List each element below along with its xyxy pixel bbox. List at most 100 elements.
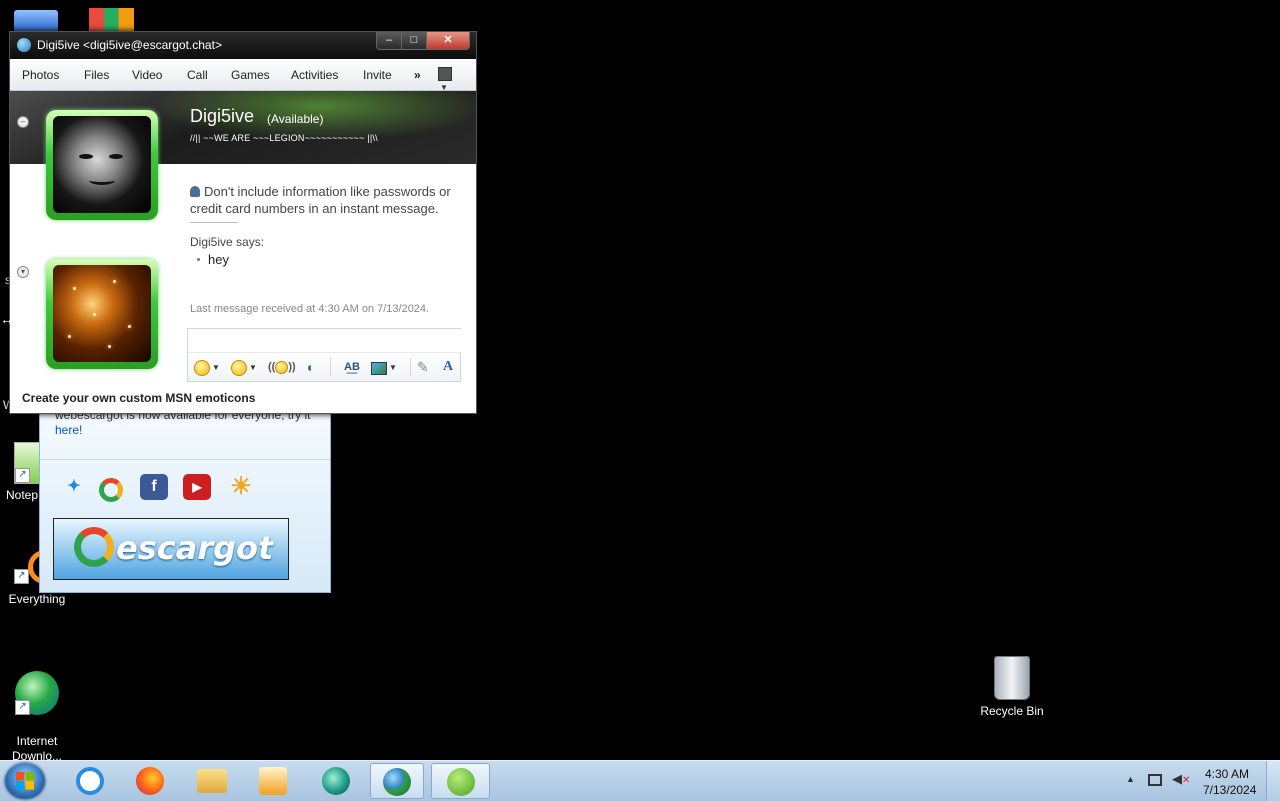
chevron-down-icon: ▼ <box>389 363 397 372</box>
spark <box>73 287 76 290</box>
menu-activities[interactable]: Activities <box>291 68 338 82</box>
spark <box>68 335 71 338</box>
self-display-picture <box>53 265 151 362</box>
divider <box>40 459 330 460</box>
facebook-icon[interactable]: f <box>140 474 168 500</box>
show-desktop-button[interactable] <box>1266 761 1280 801</box>
contact-display-picture <box>53 116 151 213</box>
font-icon: A͟B <box>344 361 360 373</box>
escargot-banner-text: escargot <box>116 529 274 567</box>
collapse-contact-icon[interactable]: – <box>17 116 29 128</box>
taskbar-media-player[interactable] <box>246 763 300 799</box>
folder-icon <box>197 769 227 793</box>
chat-message: hey <box>197 252 229 267</box>
collapse-self-icon[interactable]: ▾ <box>17 266 29 278</box>
menu-video[interactable]: Video <box>132 68 162 82</box>
mask-eye <box>109 154 123 159</box>
desktop-icon-recycle-bin[interactable]: Recycle Bin <box>975 656 1049 719</box>
escargot-logo-icon <box>74 527 114 567</box>
announcement-link[interactable]: here! <box>55 423 82 437</box>
emoticon-button[interactable]: ▼ <box>194 359 220 377</box>
internet-download-manager-icon: ↗ <box>15 671 59 715</box>
formatting-toolbar: ▼ ▼ (()) ◖ A͟B ▼ ✎ A <box>187 352 461 382</box>
show-hidden-icons-chevron-icon[interactable]: ▲ <box>1126 774 1135 784</box>
self-avatar[interactable] <box>46 259 158 369</box>
message-bullet-icon <box>197 258 200 261</box>
minimize-button[interactable]: – <box>376 32 402 50</box>
contact-avatar[interactable] <box>46 110 158 220</box>
msn-people-icon <box>383 768 411 796</box>
close-button[interactable]: ✕ <box>426 32 470 50</box>
start-button[interactable] <box>5 763 45 799</box>
layout-options-button[interactable]: ▼ <box>438 66 464 92</box>
background-icon <box>371 361 387 375</box>
security-user-icon <box>190 186 200 197</box>
desktop-icon-computer-partial[interactable] <box>14 10 58 32</box>
layout-icon <box>438 66 452 81</box>
font-button[interactable]: A͟B <box>344 359 360 375</box>
taskbar-msn-messenger[interactable] <box>370 763 424 799</box>
toolbar-divider <box>410 358 411 376</box>
shortcut-arrow-icon: ↗ <box>14 569 29 584</box>
handwriting-icon: ✎ <box>417 359 429 375</box>
youtube-icon[interactable]: ▶ <box>183 474 211 500</box>
menu-photos[interactable]: Photos <box>22 68 59 82</box>
wink-button[interactable]: ▼ <box>231 359 257 377</box>
custom-emoticons-link[interactable]: Create your own custom MSN emoticons <box>22 391 255 405</box>
clock-time[interactable]: 4:30 AM <box>1205 767 1249 781</box>
desktop-icon-notepad[interactable]: ↗ Notep <box>0 442 40 503</box>
clock-date[interactable]: 7/13/2024 <box>1203 783 1256 797</box>
taskbar-utorrent[interactable] <box>431 763 490 799</box>
taskbar: ▲ ◀✕ 4:30 AM 7/13/2024 <box>0 760 1280 801</box>
resize-cursor-icon: ↔ <box>0 311 14 327</box>
desktop-icon-label: Everything <box>8 592 66 606</box>
maximize-button[interactable]: □ <box>401 32 427 50</box>
desktop-icon-label: Recycle Bin <box>980 704 1044 718</box>
recycle-bin-icon <box>994 656 1030 700</box>
emoticon-icon <box>194 360 210 377</box>
title-bar[interactable]: Digi5ive <digi5ive@escargot.chat> – □ ✕ <box>10 32 476 59</box>
volume-muted-icon[interactable]: ◀✕ <box>1172 771 1190 787</box>
spark <box>128 325 131 328</box>
spark <box>113 280 116 283</box>
nudge-button[interactable]: (()) <box>268 359 296 375</box>
handwriting-button[interactable]: ✎ <box>417 359 429 375</box>
desktop-icon-office-partial[interactable] <box>89 8 134 32</box>
spark <box>93 313 96 316</box>
privacy-notice-text: Don't include information like passwords… <box>190 184 451 216</box>
last-message-status: Last message received at 4:30 AM on 7/13… <box>190 303 430 315</box>
message-input-area[interactable] <box>187 328 464 357</box>
text-format-button[interactable]: A <box>443 359 453 375</box>
menu-call[interactable]: Call <box>187 68 208 82</box>
more-menu-button[interactable]: » <box>414 68 421 82</box>
contact-personal-message: //|| ~~WE ARE ~~~LEGION~~~~~~~~~~~ ||\\ <box>190 133 378 143</box>
conversation-window: Digi5ive <digi5ive@escargot.chat> – □ ✕ … <box>9 31 477 414</box>
escargot-icon[interactable] <box>99 478 123 502</box>
spark <box>108 345 111 348</box>
taskbar-messenger-app[interactable] <box>309 763 363 799</box>
voice-clip-button[interactable]: ◖ <box>305 359 313 375</box>
menu-games[interactable]: Games <box>231 68 270 82</box>
chevron-down-icon: ▼ <box>212 363 220 372</box>
desktop-icon-idm[interactable]: ↗ Internet Downlo... <box>0 656 74 764</box>
taskbar-internet-explorer[interactable] <box>63 763 117 799</box>
weather-sun-icon[interactable]: ☀ <box>227 474 255 500</box>
escargot-banner[interactable]: escargot <box>53 518 289 580</box>
background-button[interactable]: ▼ <box>371 359 397 375</box>
taskbar-file-explorer[interactable] <box>185 763 239 799</box>
message-text: hey <box>208 252 229 267</box>
network-icon[interactable] <box>1148 774 1162 786</box>
window-title: Digi5ive <digi5ive@escargot.chat> <box>37 38 222 52</box>
desktop-icon-label: Notep <box>6 488 39 502</box>
msn-butterfly-icon[interactable]: ✦ <box>60 474 88 500</box>
text-format-icon: A <box>443 359 454 374</box>
notepad-icon: ↗ <box>14 442 40 484</box>
desktop-icon-label: Internet Downlo... <box>11 734 63 763</box>
sender-header: Digi5ive says: <box>190 235 265 249</box>
media-player-icon <box>259 767 287 795</box>
menu-files[interactable]: Files <box>84 68 109 82</box>
taskbar-firefox[interactable] <box>123 763 177 799</box>
internet-explorer-icon <box>76 767 104 795</box>
menu-invite[interactable]: Invite <box>363 68 392 82</box>
utorrent-icon <box>446 768 475 796</box>
